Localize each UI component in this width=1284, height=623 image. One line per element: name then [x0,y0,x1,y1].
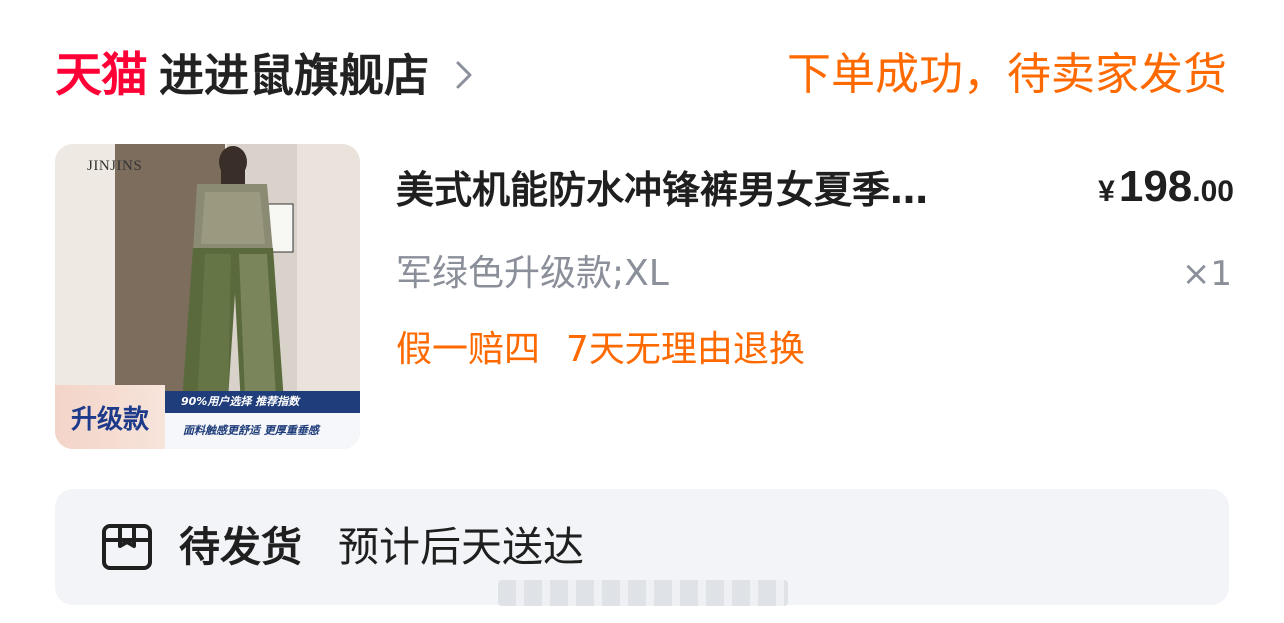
thumbnail-brand-text: JINJINS [87,158,143,174]
store-name: 进进鼠旗舰店 [159,48,430,102]
tmall-logo: 天猫 [55,47,148,103]
price-integer: 198 [1118,162,1193,211]
thumbnail-strip-text: 90%用户选择 推荐指数 [165,391,360,413]
delivery-eta: 预计后天送达 [338,522,584,571]
product-title[interactable]: 美式机能防水冲锋裤男女夏季… [396,162,1036,218]
store-header[interactable]: 天猫 进进鼠旗舰店 [55,44,481,106]
package-box-icon [102,524,152,570]
redacted-watermark [498,580,788,606]
service-tag-return-policy: 7天无理由退换 [566,329,805,370]
product-price: ¥ 198 .00 [1098,162,1234,224]
thumbnail-badge: 升级款 [55,385,165,449]
thumbnail-sub-text: 面料触感更舒适 更厚重垂感 [165,413,360,449]
service-tag-fake-compensation: 假一赔四 [396,329,541,370]
delivery-status-label: 待发货 [179,522,302,571]
product-quantity: ×1 [1181,254,1232,294]
service-tags: 假一赔四 7天无理由退换 [396,325,805,375]
order-status-text: 下单成功，待卖家发货 [787,49,1227,100]
product-sku: 军绿色升级款;XL [396,253,669,294]
price-decimal: .00 [1192,175,1234,208]
price-currency-symbol: ¥ [1098,175,1115,208]
product-thumbnail[interactable]: JINJINS 升级款 90%用户选择 推荐指数 面料触感更舒适 更厚重垂感 [55,144,360,449]
chevron-right-icon [456,61,472,89]
